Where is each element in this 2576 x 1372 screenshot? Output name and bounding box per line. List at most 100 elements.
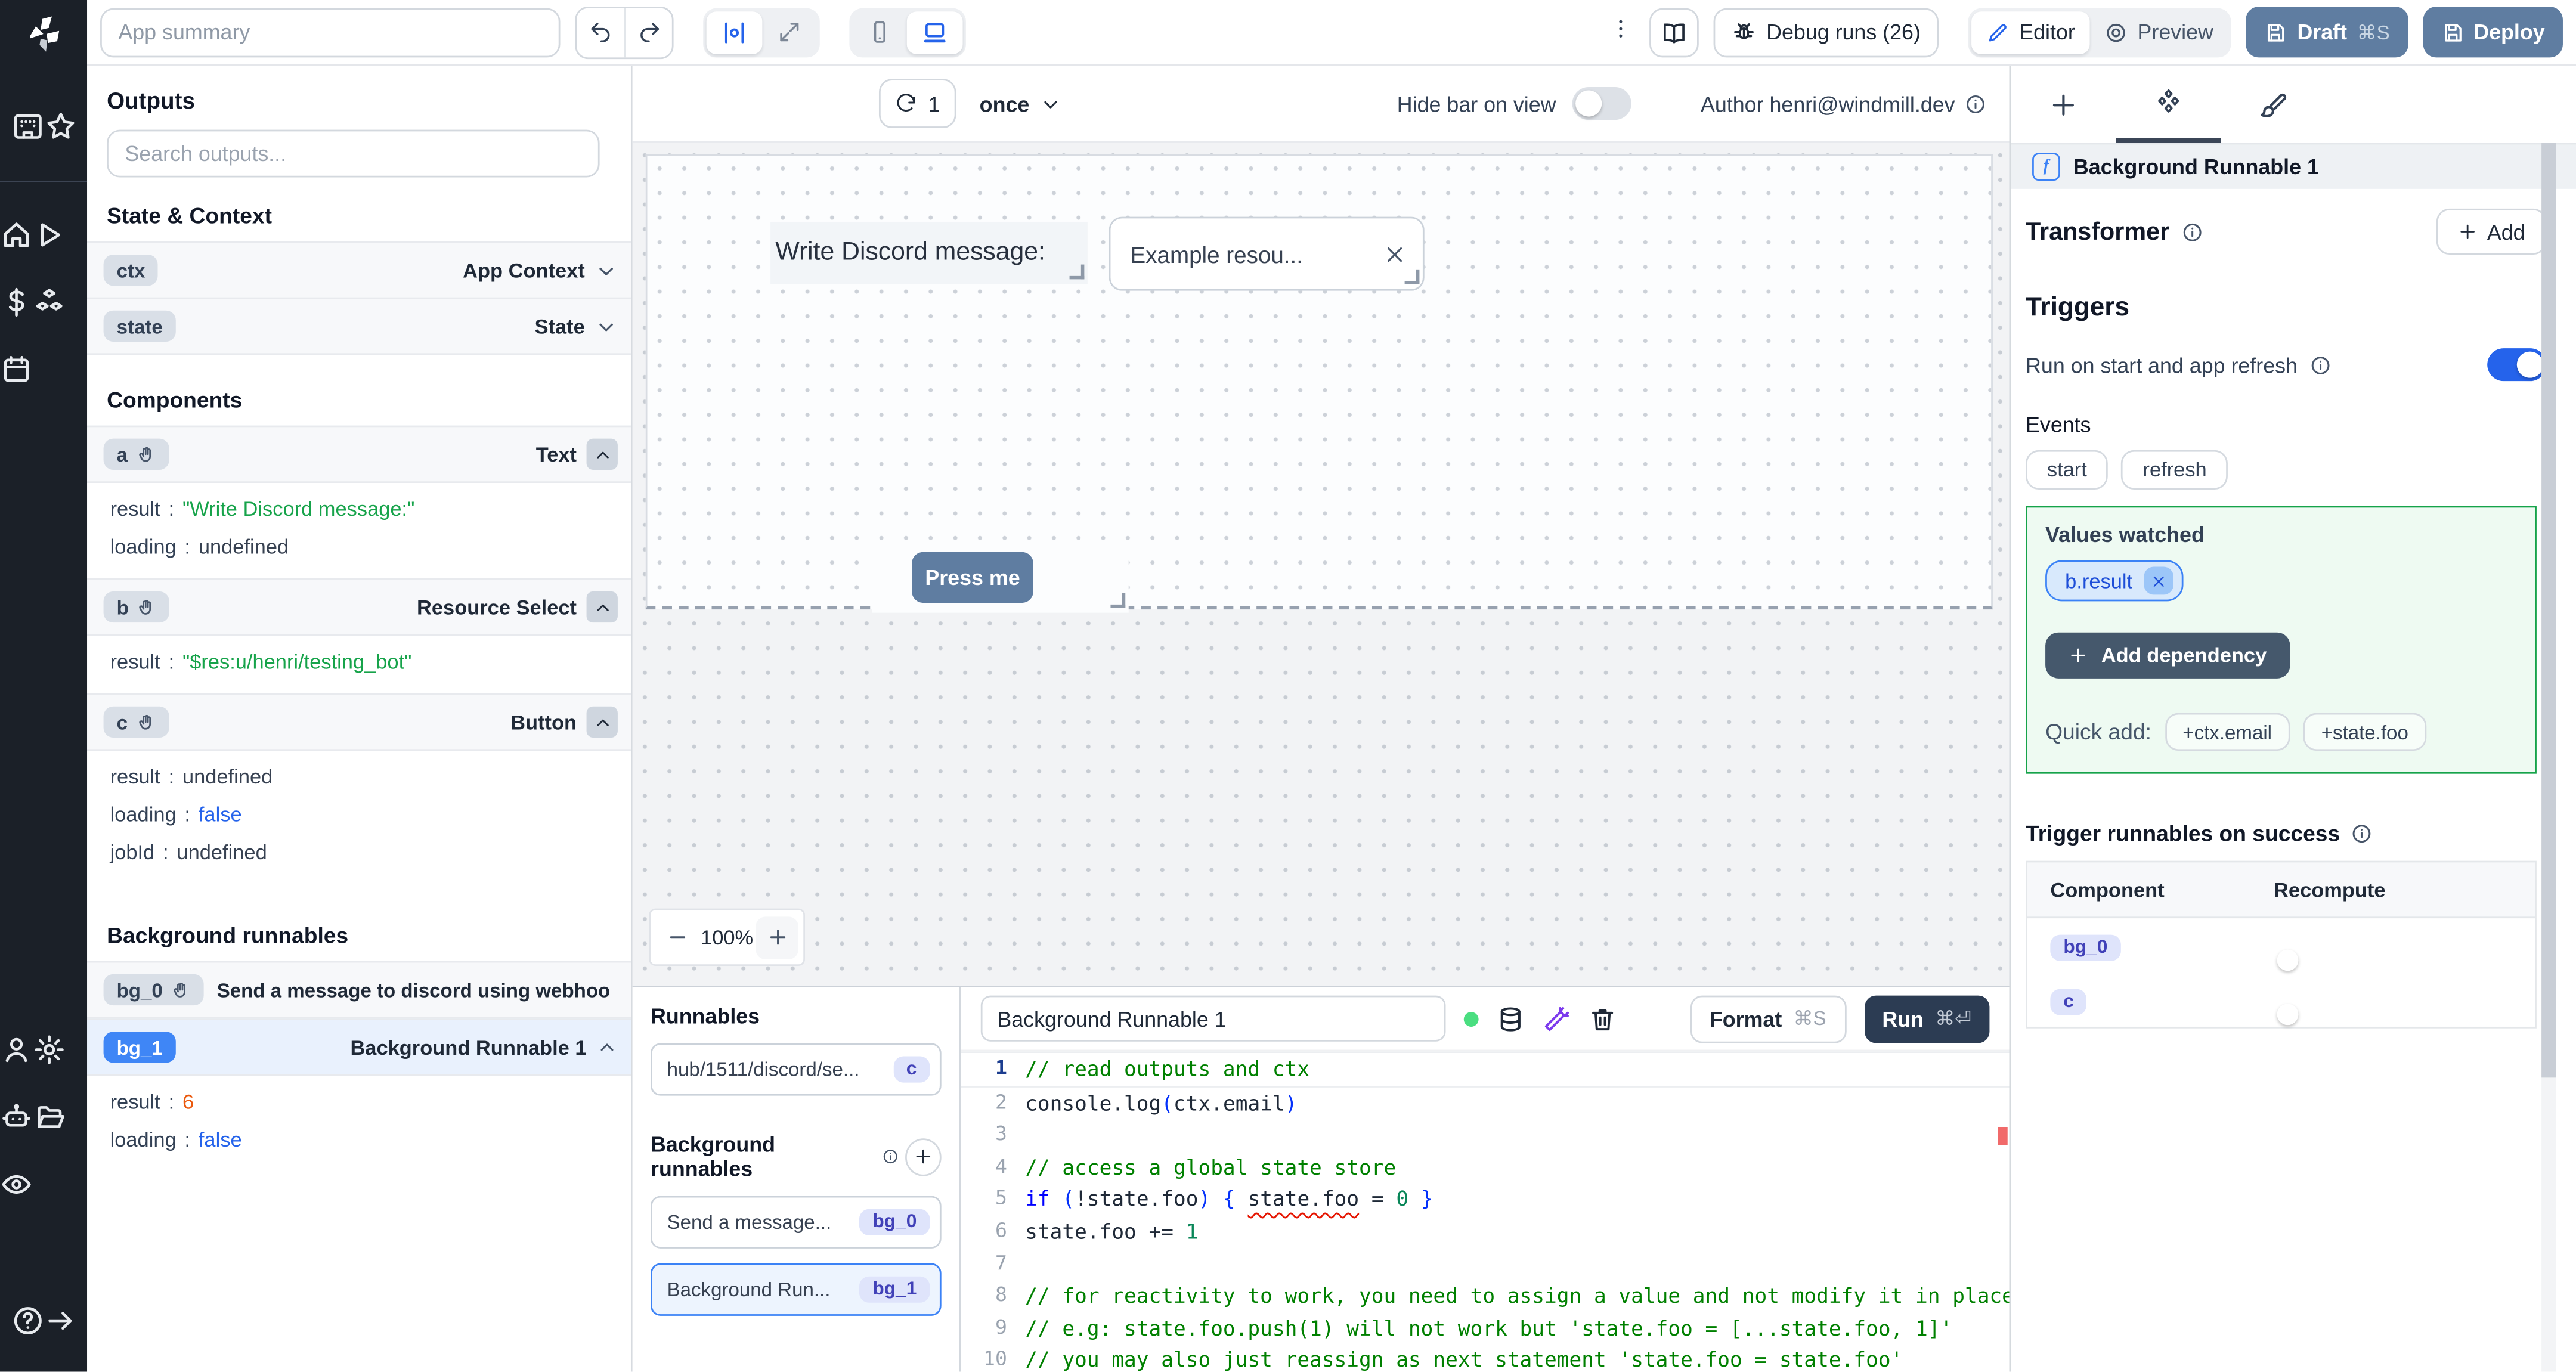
undo-icon bbox=[588, 20, 612, 44]
component-id-badge[interactable]: b bbox=[103, 591, 170, 623]
component-id-badge[interactable]: c bbox=[103, 706, 169, 738]
table-header: Component Recompute bbox=[2027, 862, 2535, 919]
sidebar-item-home[interactable] bbox=[0, 218, 33, 251]
add-transformer-button[interactable]: Add bbox=[2436, 208, 2547, 255]
trash-icon[interactable] bbox=[1589, 1005, 1617, 1033]
sidebar-item-dollar[interactable] bbox=[0, 286, 33, 318]
run-on-start-toggle[interactable] bbox=[2487, 348, 2547, 382]
output-row-ctx[interactable]: ctx App Context bbox=[87, 241, 631, 299]
property-key: loading bbox=[110, 802, 177, 826]
windmill-logo[interactable] bbox=[24, 15, 63, 54]
desktop-view-toggle[interactable] bbox=[906, 10, 963, 54]
frequency-dropdown[interactable]: once bbox=[980, 91, 1061, 116]
debug-runs-button[interactable]: Debug runs (26) bbox=[1713, 7, 1939, 57]
sidebar-item-eye[interactable] bbox=[0, 1168, 33, 1201]
code-line-8: 8 // for reactivity to work, you need to … bbox=[961, 1280, 2010, 1312]
diamonds-icon bbox=[2154, 87, 2184, 117]
search-outputs-input[interactable] bbox=[107, 129, 600, 178]
remove-dependency-button[interactable] bbox=[2144, 566, 2174, 595]
fullwidth-layout-toggle[interactable] bbox=[762, 11, 816, 54]
property-colon: : bbox=[184, 1128, 191, 1151]
component-row-a[interactable]: a Text bbox=[87, 425, 631, 483]
line-content: console.log(ctx.email) bbox=[1025, 1090, 1298, 1115]
resize-handle[interactable] bbox=[1069, 264, 1085, 280]
sidebar-item-star[interactable] bbox=[44, 110, 76, 143]
resize-handle[interactable] bbox=[1110, 593, 1126, 608]
more-menu-button[interactable] bbox=[1605, 17, 1635, 48]
mobile-view-toggle[interactable] bbox=[853, 11, 907, 54]
sidebar-item-arrow-right[interactable] bbox=[44, 1305, 76, 1337]
component-row-c[interactable]: c Button bbox=[87, 693, 631, 751]
background-runnable-row-bg_1[interactable]: bg_1 Background Runnable 1 bbox=[87, 1018, 631, 1076]
output-id-badge[interactable]: state bbox=[103, 310, 176, 342]
property-value: false bbox=[198, 802, 242, 826]
close-icon[interactable] bbox=[1383, 242, 1407, 265]
hide-bar-toggle[interactable] bbox=[1572, 87, 1632, 120]
redo-button[interactable] bbox=[624, 7, 672, 57]
resource-select-component[interactable]: Example resou... bbox=[1109, 216, 1425, 291]
collapse-button[interactable] bbox=[586, 706, 618, 738]
quick-add-pill[interactable]: +state.foo bbox=[2303, 713, 2427, 751]
refresh-button[interactable]: 1 bbox=[878, 79, 957, 128]
centered-layout-toggle[interactable] bbox=[706, 10, 763, 54]
sidebar-item-apps[interactable] bbox=[11, 110, 44, 143]
sidebar-item-robot[interactable] bbox=[0, 1101, 33, 1133]
run-button[interactable]: Run ⌘⏎ bbox=[1864, 995, 1990, 1043]
scrollbar[interactable] bbox=[2541, 143, 2556, 1372]
component-badge: c bbox=[2050, 988, 2088, 1015]
deploy-button[interactable]: Deploy bbox=[2422, 7, 2563, 58]
scrollbar-thumb[interactable] bbox=[2541, 143, 2556, 1078]
tab-preview[interactable]: Preview bbox=[2090, 11, 2228, 54]
sidebar-item-folder-open[interactable] bbox=[33, 1101, 66, 1133]
background-runnable-badge[interactable]: bg_1 bbox=[103, 1032, 176, 1063]
runnable-name-input[interactable] bbox=[980, 995, 1446, 1042]
sidebar-item-cubes[interactable] bbox=[33, 286, 66, 318]
app-canvas[interactable]: Write Discord message: Example resou... … bbox=[632, 143, 2010, 986]
wand-icon[interactable] bbox=[1543, 1005, 1571, 1033]
component-row-b[interactable]: b Resource Select bbox=[87, 578, 631, 636]
collapse-button[interactable] bbox=[586, 591, 618, 623]
zoom-in-button[interactable] bbox=[756, 915, 798, 959]
sidebar-item-play[interactable] bbox=[33, 218, 66, 251]
app-page[interactable]: Write Discord message: Example resou... … bbox=[645, 154, 1993, 613]
tab-theme[interactable] bbox=[2221, 66, 2326, 143]
draft-button[interactable]: Draft ⌘S bbox=[2246, 7, 2408, 58]
format-button[interactable]: Format ⌘S bbox=[1689, 995, 1846, 1043]
component-id-badge[interactable]: a bbox=[103, 438, 169, 470]
app-summary-input[interactable] bbox=[100, 7, 561, 57]
runnable-card[interactable]: hub/1511/discord/se... c bbox=[651, 1043, 942, 1096]
line-content: // access a global state store bbox=[1025, 1154, 1397, 1179]
collapse-button[interactable] bbox=[586, 438, 618, 470]
quick-add-pill[interactable]: +ctx.email bbox=[2164, 713, 2290, 751]
output-id-badge[interactable]: ctx bbox=[103, 255, 159, 286]
tab-component-settings[interactable] bbox=[2116, 66, 2221, 143]
code-area[interactable]: 1 // read outputs and ctx 2 console.log(ctx… bbox=[961, 1049, 2010, 1372]
output-property-row: result : undefined bbox=[87, 757, 631, 795]
runnable-card[interactable]: Send a message... bg_0 bbox=[651, 1196, 942, 1249]
docs-button[interactable] bbox=[1649, 7, 1699, 57]
sidebar-item-calendar[interactable] bbox=[0, 353, 33, 386]
info-icon bbox=[1965, 93, 1986, 114]
background-runnable-row-bg_0[interactable]: bg_0 Send a message to discord using webh… bbox=[87, 961, 631, 1019]
chevron-up-icon bbox=[592, 444, 612, 464]
text-component[interactable]: Write Discord message: bbox=[770, 221, 1088, 284]
deploy-label: Deploy bbox=[2473, 20, 2545, 45]
sidebar-item-user[interactable] bbox=[0, 1033, 33, 1066]
components-title: Components bbox=[107, 388, 243, 413]
runnable-card[interactable]: Background Run... bg_1 bbox=[651, 1263, 942, 1316]
output-type-label: App Context bbox=[463, 258, 585, 282]
add-dependency-button[interactable]: Add dependency bbox=[2045, 632, 2290, 679]
tab-insert-component[interactable] bbox=[2011, 66, 2116, 143]
press-me-button[interactable]: Press me bbox=[912, 552, 1033, 603]
code-line-9: 9 // e.g: state.foo.push(1) will not work… bbox=[961, 1312, 2010, 1345]
database-icon[interactable] bbox=[1497, 1005, 1525, 1033]
sidebar-item-settings[interactable] bbox=[33, 1033, 66, 1066]
undo-button[interactable] bbox=[577, 7, 624, 57]
background-runnable-badge[interactable]: bg_0 bbox=[103, 974, 204, 1006]
zoom-out-button[interactable] bbox=[655, 916, 698, 959]
tab-editor[interactable]: Editor bbox=[1971, 10, 2090, 54]
add-background-runnable-button[interactable] bbox=[905, 1137, 942, 1176]
output-row-state[interactable]: state State bbox=[87, 299, 631, 355]
sidebar-item-help-circle[interactable] bbox=[11, 1305, 44, 1337]
resize-handle[interactable] bbox=[1404, 269, 1420, 284]
